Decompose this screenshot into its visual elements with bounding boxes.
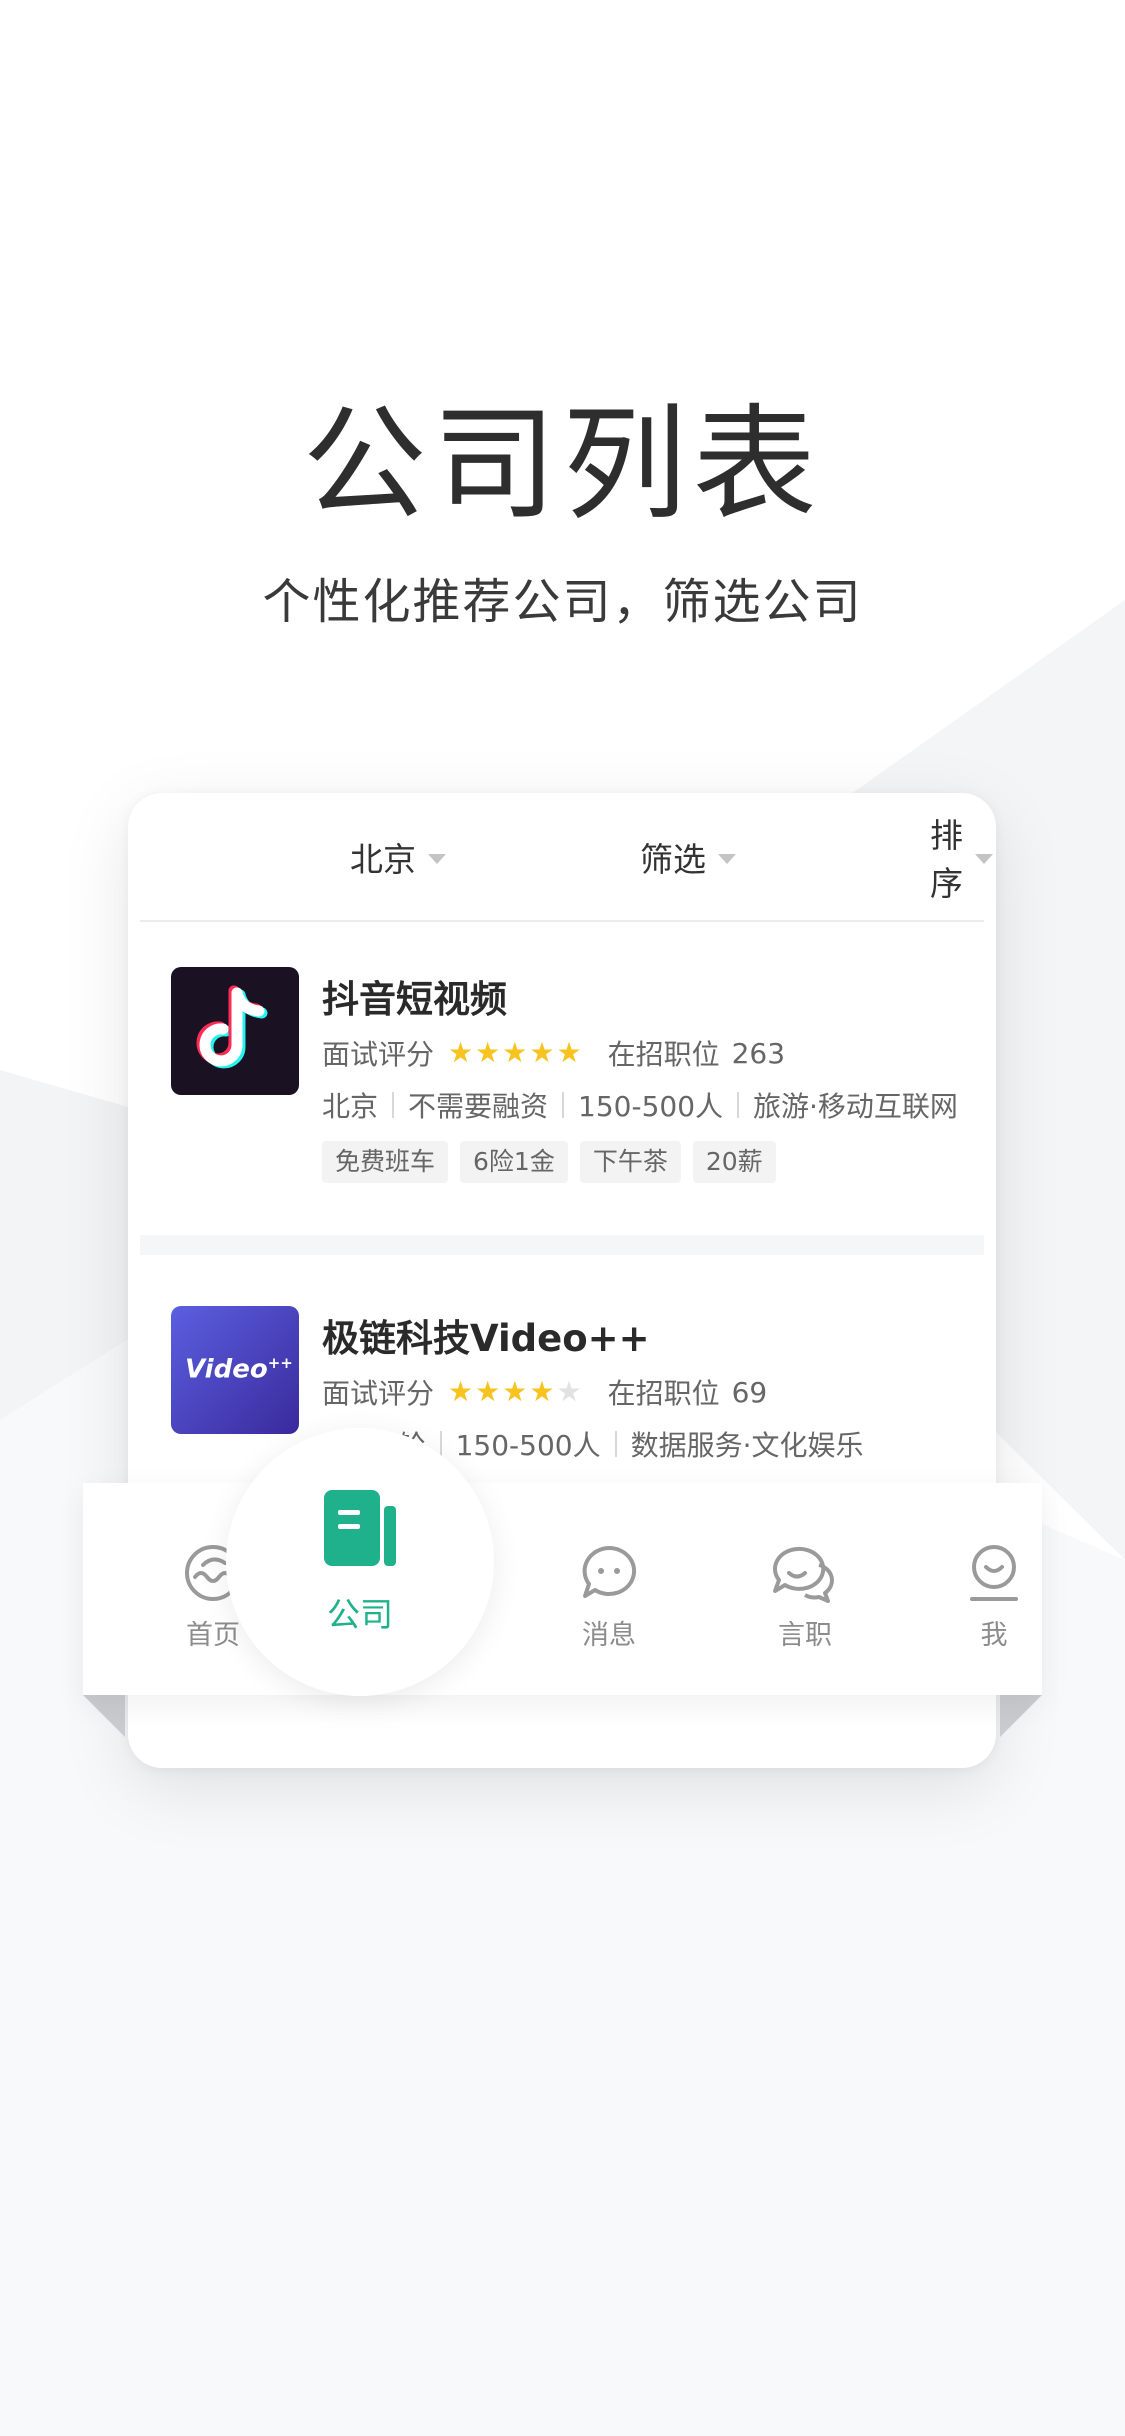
chevron-down-icon xyxy=(975,853,993,864)
star-icon: ★ xyxy=(556,1375,582,1408)
jobs-count: 263 xyxy=(731,1036,786,1070)
divider xyxy=(392,1092,395,1118)
company-industry: 数据服务·文化娱乐 xyxy=(630,1429,864,1462)
filter-screen-label: 筛选 xyxy=(640,839,706,879)
tab-messages[interactable]: 消息 xyxy=(524,1483,694,1695)
company-tags: 免费班车 6险1金 下午茶 20薪 xyxy=(322,1141,788,1183)
page-title: 公司列表 xyxy=(302,393,823,537)
filter-screen[interactable]: 筛选 xyxy=(640,793,736,920)
filter-city[interactable]: 北京 xyxy=(350,793,446,920)
discuss-bubbles-icon xyxy=(773,1546,834,1603)
filter-sort-label: 排序 xyxy=(930,815,963,903)
divider xyxy=(562,1092,565,1118)
filter-bar: 北京 筛选 排序 xyxy=(140,793,993,922)
company-meta-row: 北京 不需要融资 150-500人 旅游·移动互联网 xyxy=(322,1085,958,1125)
chevron-down-icon xyxy=(718,853,736,864)
star-icon: ★ xyxy=(556,1036,582,1069)
star-icon: ★ xyxy=(475,1036,501,1069)
rating-stars: ★ ★ ★ ★ ★ xyxy=(448,1378,584,1406)
company-name: 抖音短视频 xyxy=(322,978,507,1021)
company-rating-row: 面试评分 ★ ★ ★ ★ ★ 在招职位 69 xyxy=(322,1372,767,1412)
tab-company-label: 公司 xyxy=(327,1595,393,1634)
benefit-tag: 下午茶 xyxy=(579,1141,681,1183)
page-subtitle: 个性化推荐公司，筛选公司 xyxy=(262,574,863,630)
star-icon: ★ xyxy=(529,1375,555,1408)
benefit-tag: 免费班车 xyxy=(322,1141,449,1183)
divider xyxy=(439,1431,442,1457)
tab-me[interactable]: 我 xyxy=(909,1483,1079,1695)
jobs-label: 在招职位 xyxy=(607,1377,720,1410)
filter-city-label: 北京 xyxy=(350,839,416,879)
filter-sort[interactable]: 排序 xyxy=(930,793,993,920)
company-funding: 不需要融资 xyxy=(408,1090,549,1123)
star-icon: ★ xyxy=(475,1375,501,1408)
logo-sup: ++ xyxy=(267,1354,293,1372)
jobs-label: 在招职位 xyxy=(607,1038,720,1071)
rating-label: 面试评分 xyxy=(322,1377,435,1410)
star-icon: ★ xyxy=(448,1375,474,1408)
rating-stars: ★ ★ ★ ★ ★ xyxy=(448,1039,584,1067)
profile-face-icon xyxy=(970,1545,1018,1601)
tab-messages-label: 消息 xyxy=(582,1620,636,1651)
divider xyxy=(737,1092,740,1118)
ribbon-fold-right xyxy=(1000,1695,1042,1737)
video-plus-logo-icon: Video++ xyxy=(171,1306,299,1434)
message-bubble-icon xyxy=(582,1545,637,1598)
company-name: 极链科技Video++ xyxy=(322,1317,650,1360)
company-industry: 旅游·移动互联网 xyxy=(753,1090,958,1123)
tab-company[interactable] xyxy=(226,1428,494,1696)
tab-discuss[interactable]: 言职 xyxy=(720,1483,890,1695)
tab-discuss-label: 言职 xyxy=(778,1620,832,1651)
star-icon: ★ xyxy=(502,1375,528,1408)
company-size: 150-500人 xyxy=(455,1429,601,1462)
company-size: 150-500人 xyxy=(578,1090,724,1123)
divider xyxy=(614,1431,617,1457)
star-icon: ★ xyxy=(502,1036,528,1069)
star-icon: ★ xyxy=(529,1036,555,1069)
ribbon-fold-left xyxy=(83,1695,125,1737)
tiktok-logo-icon xyxy=(171,967,299,1095)
chevron-down-icon xyxy=(428,853,446,864)
tab-me-label: 我 xyxy=(980,1620,1008,1651)
benefit-tag: 6险1金 xyxy=(460,1141,568,1183)
company-city: 北京 xyxy=(322,1090,379,1123)
list-separator xyxy=(140,1235,984,1255)
company-rating-row: 面试评分 ★ ★ ★ ★ ★ 在招职位 263 xyxy=(322,1033,785,1073)
logo-text: Video xyxy=(185,1354,268,1385)
jobs-count: 69 xyxy=(731,1375,768,1409)
rating-label: 面试评分 xyxy=(322,1038,435,1071)
benefit-tag: 20薪 xyxy=(692,1141,776,1183)
star-icon: ★ xyxy=(448,1036,474,1069)
company-book-icon xyxy=(324,1490,396,1566)
